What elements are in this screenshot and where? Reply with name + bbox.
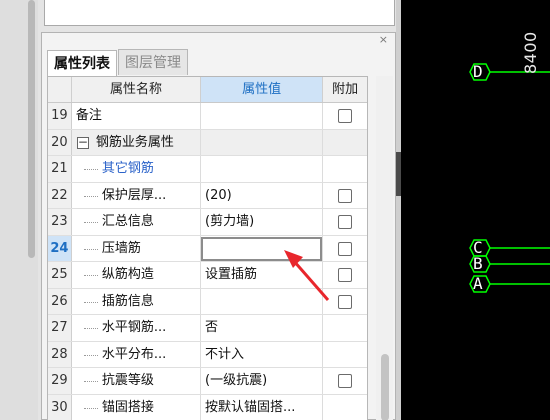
axis-label-a: A xyxy=(473,274,483,293)
cad-canvas[interactable]: D C B A 8400 xyxy=(401,0,550,420)
dimension-value: 8400 xyxy=(521,31,540,74)
axis-label-b: B xyxy=(473,254,483,273)
dimension-label: 8400 xyxy=(521,31,541,100)
axis-label-d: D xyxy=(473,62,483,81)
annotation-arrow-head xyxy=(284,250,303,268)
annotation-arrow-line xyxy=(291,259,330,301)
